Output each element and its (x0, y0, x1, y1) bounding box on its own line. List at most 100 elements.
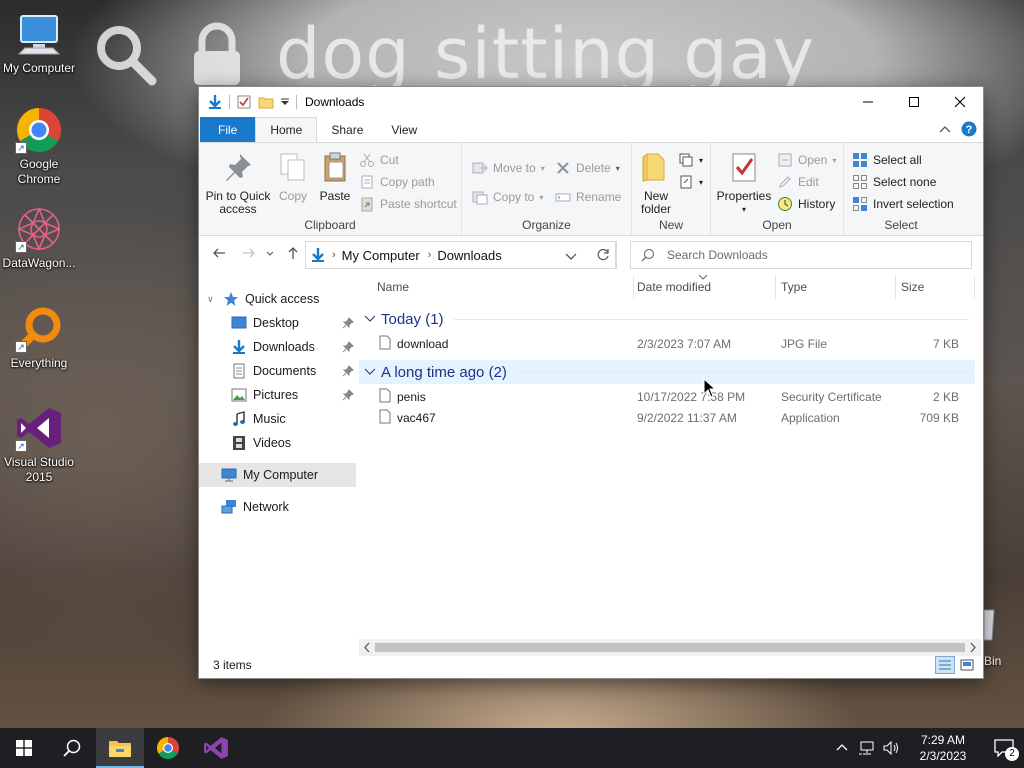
nav-quick-access[interactable]: ∨ Quick access (199, 287, 356, 311)
pin-icon[interactable] (342, 317, 354, 329)
nav-pictures[interactable]: Pictures (199, 383, 356, 407)
view-toggle (935, 656, 977, 674)
new-item-button[interactable]: ▾ (678, 152, 703, 168)
select-none-button[interactable]: Select none (852, 174, 936, 190)
file-row-vac467[interactable]: vac467 9/2/2022 11:37 AM Application 709… (359, 407, 975, 428)
tab-view[interactable]: View (377, 117, 431, 142)
breadcrumb-downloads[interactable]: Downloads (437, 248, 501, 263)
start-button[interactable] (0, 728, 48, 768)
copy-button[interactable]: Copy (275, 151, 311, 203)
move-to-button[interactable]: Move to ▾ (472, 160, 545, 176)
taskbar-visual-studio[interactable] (192, 728, 240, 768)
network-tray-icon[interactable] (858, 740, 876, 756)
copy-path-button[interactable]: Copy path (359, 174, 435, 190)
chevron-down-icon[interactable] (280, 94, 290, 110)
breadcrumb-my-computer[interactable]: My Computer (342, 248, 420, 263)
chevron-down-icon (364, 315, 376, 322)
taskbar-file-explorer[interactable] (96, 728, 144, 768)
select-all-button[interactable]: Select all (852, 152, 922, 168)
large-icons-view-button[interactable] (957, 656, 977, 674)
details-view-button[interactable] (935, 656, 955, 674)
tab-home[interactable]: Home (255, 117, 318, 142)
column-header-size[interactable]: Size (901, 280, 924, 298)
action-center-button[interactable]: 2 (984, 728, 1024, 768)
address-dropdown-chevron-icon[interactable] (565, 251, 577, 261)
invert-selection-button[interactable]: Invert selection (852, 196, 954, 212)
pin-icon[interactable] (342, 365, 354, 377)
refresh-button[interactable] (589, 241, 617, 269)
nav-network[interactable]: Network (199, 495, 356, 519)
tab-share[interactable]: Share (317, 117, 377, 142)
forward-arrow-icon[interactable] (241, 245, 257, 261)
open-button[interactable]: Open ▾ (777, 152, 836, 168)
file-explorer-window[interactable]: Downloads File Home Share View ? Pin to … (198, 86, 984, 679)
details-view-icon (939, 660, 951, 670)
nav-videos[interactable]: Videos (199, 431, 356, 455)
back-arrow-icon[interactable] (211, 245, 227, 261)
nav-my-computer[interactable]: My Computer (199, 463, 356, 487)
notification-count-badge: 2 (1005, 747, 1019, 761)
clock-time: 7:29 AM (920, 733, 966, 747)
column-header-name[interactable]: Name (377, 280, 409, 298)
up-arrow-icon[interactable] (285, 245, 301, 261)
history-button[interactable]: History (777, 196, 835, 212)
paste-shortcut-button[interactable]: Paste shortcut (359, 196, 457, 212)
scrollbar-thumb[interactable] (375, 643, 965, 652)
desktop-icon-visual-studio[interactable]: ↗ Visual Studio 2015 (0, 404, 78, 485)
maximize-button[interactable] (891, 87, 937, 117)
group-header-a-long-time-ago[interactable]: A long time ago (2) (359, 360, 975, 384)
new-folder-icon[interactable] (258, 94, 274, 110)
help-icon[interactable]: ? (961, 121, 977, 137)
close-button[interactable] (937, 87, 983, 117)
new-folder-button[interactable]: New folder (636, 151, 676, 216)
recent-locations-chevron-icon[interactable] (265, 245, 275, 261)
clock[interactable]: 7:29 AM 2/3/2023 (908, 732, 978, 764)
desktop-icon (231, 316, 247, 329)
group-header-today[interactable]: Today (1) (359, 307, 975, 331)
delete-button[interactable]: Delete ▾ (555, 160, 620, 176)
address-bar[interactable]: › My Computer › Downloads (305, 241, 616, 269)
tab-file[interactable]: File (200, 117, 256, 142)
breadcrumb-separator-icon: › (332, 249, 336, 261)
properties-check-icon[interactable] (236, 94, 252, 110)
picture-icon (231, 388, 247, 402)
taskbar-search-button[interactable] (48, 728, 96, 768)
search-box[interactable]: Search Downloads (630, 241, 972, 269)
title-bar[interactable]: Downloads (199, 87, 983, 117)
taskbar-chrome[interactable] (144, 728, 192, 768)
paste-button[interactable]: Paste (317, 151, 353, 203)
nav-downloads[interactable]: Downloads (199, 335, 356, 359)
minimize-button[interactable] (845, 87, 891, 117)
volume-icon[interactable] (882, 740, 900, 756)
document-icon (233, 363, 245, 379)
download-arrow-icon (233, 340, 245, 354)
desktop-icon-my-computer[interactable]: My Computer (0, 10, 78, 76)
chevron-up-icon[interactable] (834, 740, 850, 756)
pin-icon[interactable] (342, 389, 354, 401)
properties-button[interactable]: Properties ▾ (714, 151, 774, 216)
edit-button[interactable]: Edit (777, 174, 819, 190)
pin-quick-access-button[interactable]: Pin to Quick access (205, 151, 271, 216)
file-row-penis[interactable]: penis 10/17/2022 7:58 PM Security Certif… (359, 386, 975, 407)
easy-access-button[interactable]: ▾ (678, 174, 703, 190)
copy-to-button[interactable]: Copy to ▾ (472, 189, 543, 205)
cut-button[interactable]: Cut (359, 152, 399, 168)
nav-documents[interactable]: Documents (199, 359, 356, 383)
chevron-down-icon[interactable]: ∨ (207, 294, 223, 305)
chevron-down-icon (364, 368, 376, 375)
film-icon (233, 436, 245, 450)
collapse-ribbon-icon[interactable] (939, 124, 951, 134)
rename-button[interactable]: Rename (555, 189, 621, 205)
file-row-download[interactable]: download 2/3/2023 7:07 AM JPG File 7 KB (359, 333, 975, 354)
nav-music[interactable]: Music (199, 407, 356, 431)
desktop-icon-recycle-bin[interactable]: Bin (984, 604, 1024, 670)
column-header-type[interactable]: Type (781, 280, 807, 298)
desktop-icon-everything[interactable]: ↗ Everything (0, 305, 78, 371)
search-icon (641, 248, 655, 262)
column-header-date-modified[interactable]: Date modified (637, 280, 711, 298)
nav-desktop[interactable]: Desktop (199, 311, 356, 335)
pin-icon[interactable] (342, 341, 354, 353)
everything-search-icon: ↗ (15, 305, 63, 353)
desktop-icon-datawagon[interactable]: ↗ DataWagon... (0, 205, 78, 271)
desktop-icon-chrome[interactable]: ↗ Google Chrome (0, 106, 78, 187)
